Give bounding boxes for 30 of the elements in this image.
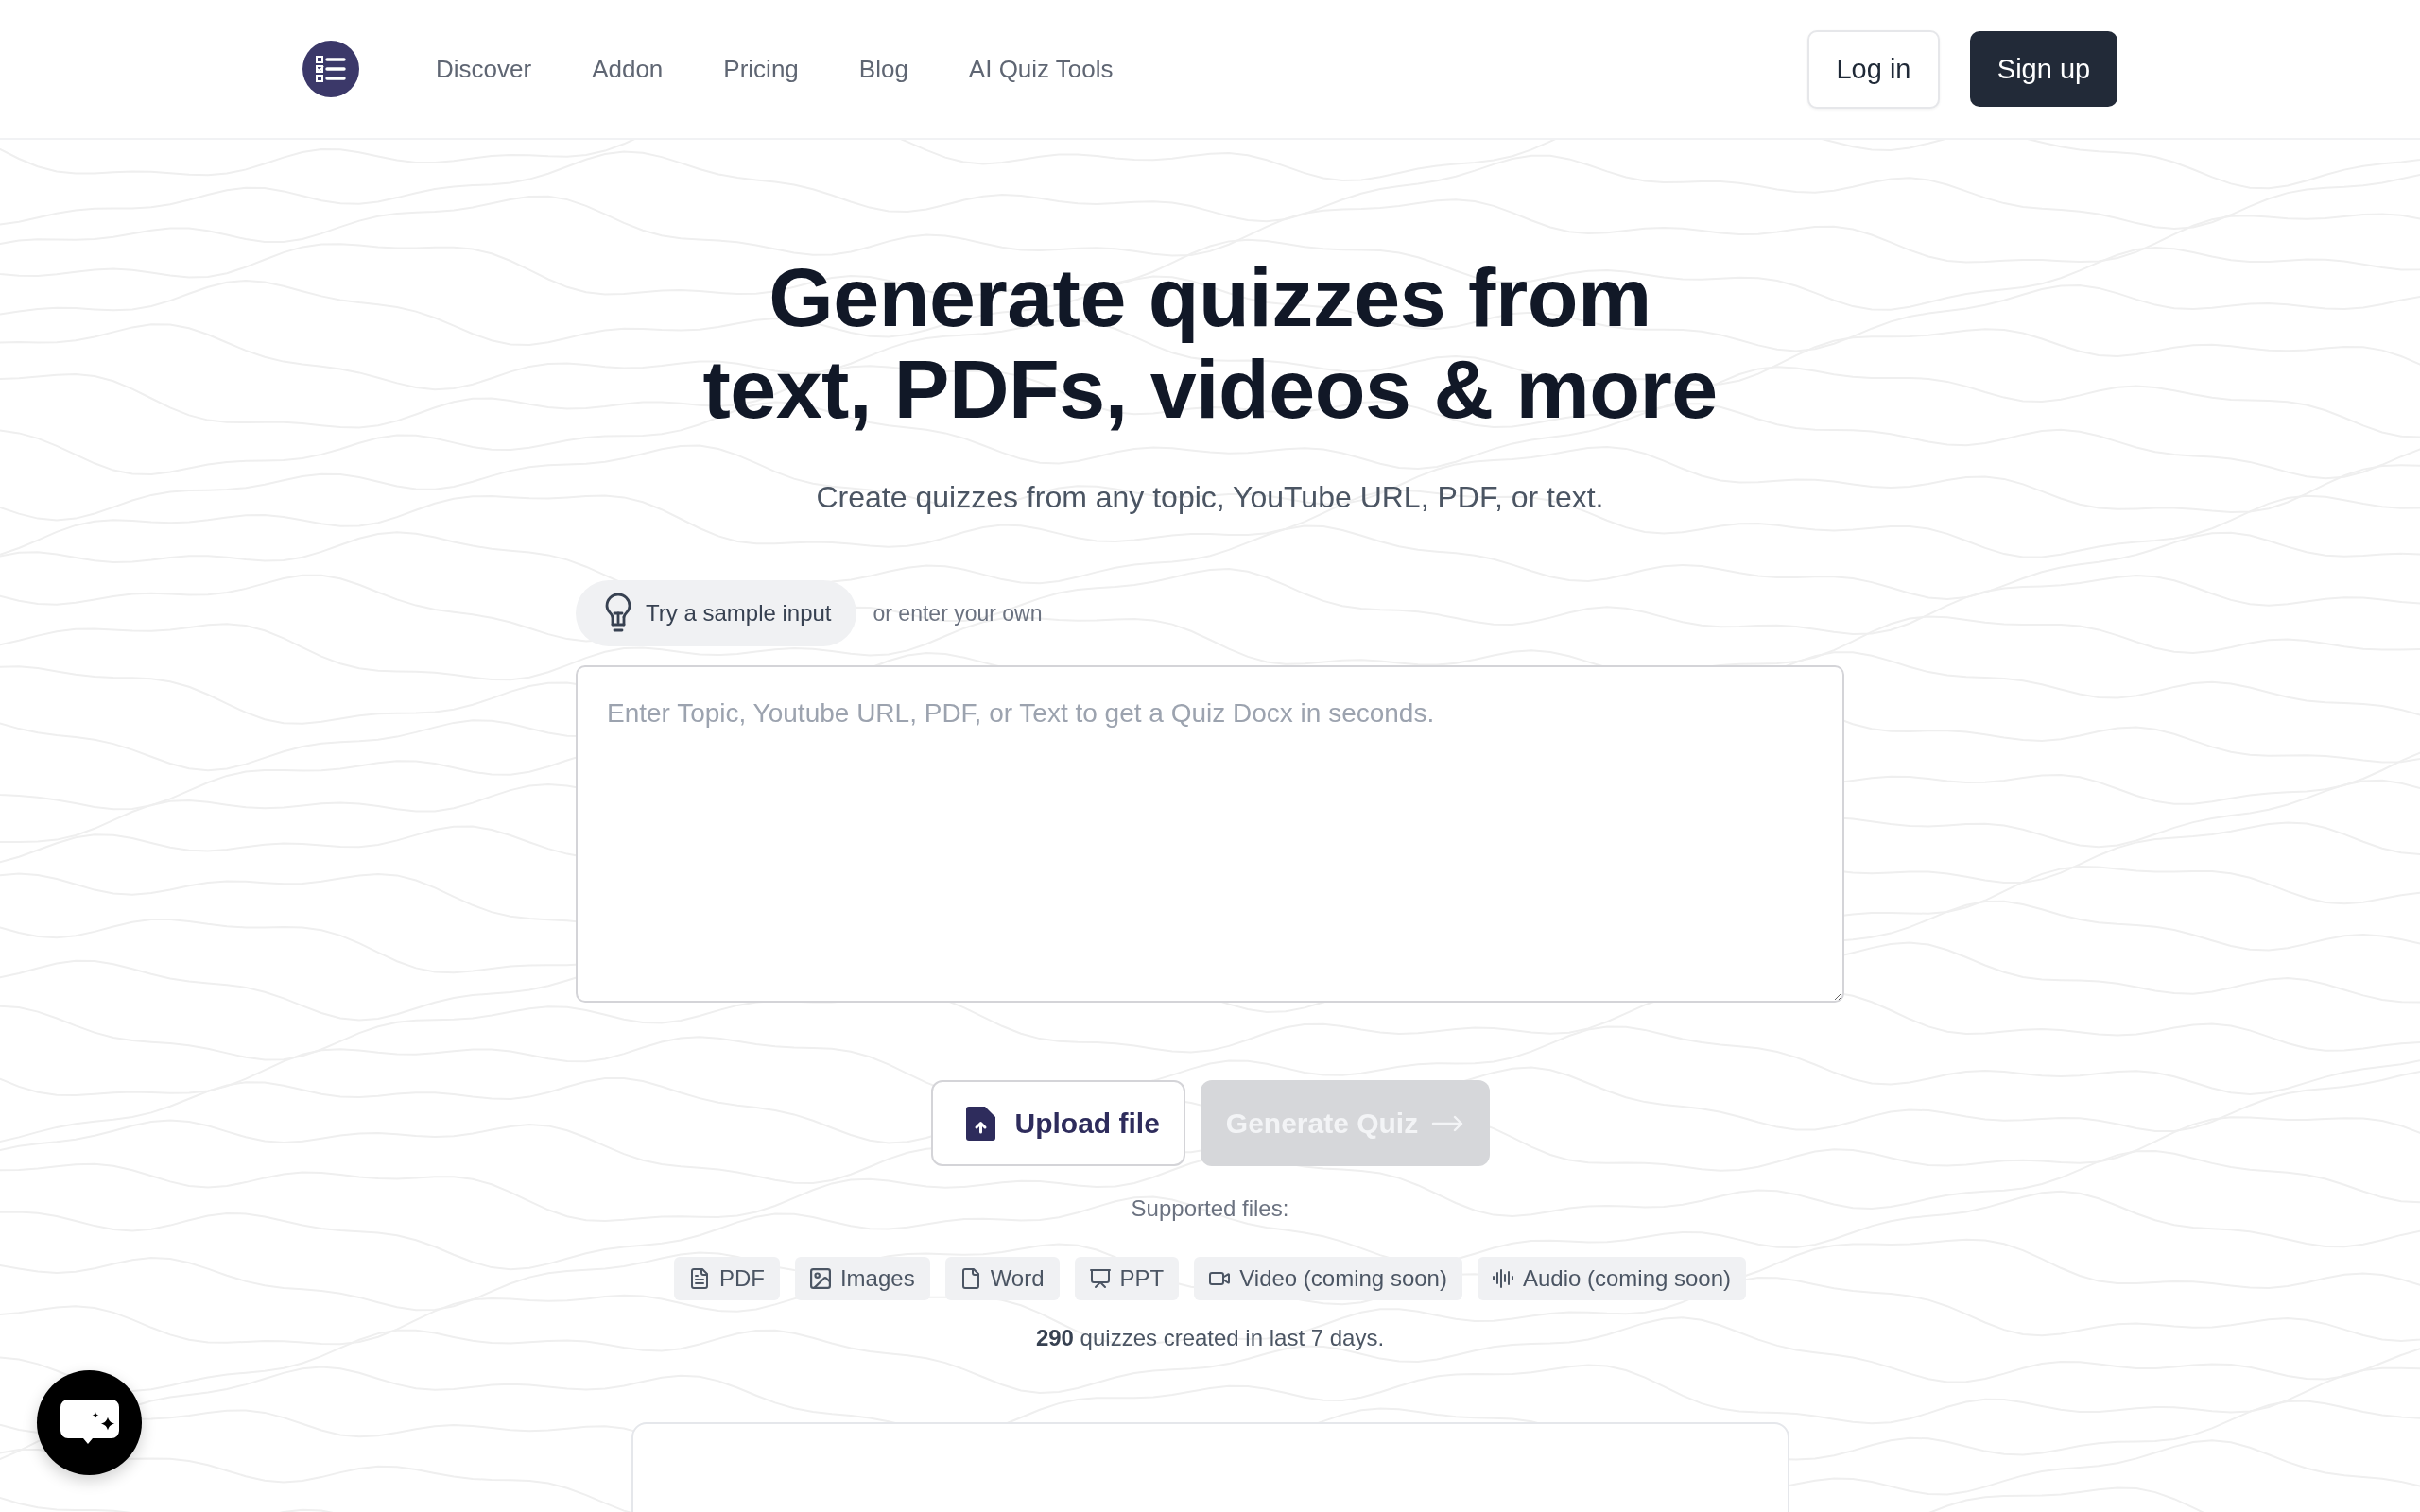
arrow-right-icon: [1431, 1114, 1464, 1132]
hero-subtitle: Create quizzes from any topic, YouTube URL, PDF, or text.: [816, 479, 1604, 516]
file-type-tag: Images: [794, 1257, 930, 1300]
nav-link[interactable]: Addon: [592, 54, 664, 84]
sample-input-button[interactable]: Try a sample input: [576, 580, 856, 646]
sample-hint-text: or enter your own: [873, 600, 1043, 627]
file-type-tag: Video (coming soon): [1194, 1257, 1462, 1300]
document-icon: [688, 1268, 710, 1289]
supported-files-label: Supported files:: [1131, 1194, 1289, 1223]
file-upload-icon: [965, 1106, 995, 1141]
audio-wave-icon: [1492, 1268, 1513, 1289]
hero-heading: Generate quizzes from text, PDFs, videos & more: [702, 251, 1718, 435]
chat-button[interactable]: [37, 1370, 142, 1475]
file-type-tag: PPT: [1074, 1257, 1180, 1300]
file-type-tag: Audio (coming soon): [1477, 1257, 1747, 1300]
nav-link[interactable]: Pricing: [723, 54, 799, 84]
nav-link[interactable]: Blog: [858, 54, 908, 84]
prompt-input[interactable]: Enter Topic, Youtube URL, PDF, or Text to get a Quiz Docx in seconds.: [576, 665, 1844, 1003]
nav-link[interactable]: AI Quiz Tools: [968, 54, 1114, 84]
login-button[interactable]: Log in: [1807, 29, 1940, 109]
checklist-logo-icon[interactable]: [302, 41, 359, 97]
file-type-tag: Word: [944, 1257, 1060, 1300]
file-icon: [959, 1268, 981, 1289]
signup-button[interactable]: Sign up: [1970, 31, 2118, 107]
quiz-count-text: 290 quizzes created in last 7 days.: [1035, 1324, 1385, 1352]
nav-link[interactable]: Discover: [436, 54, 532, 84]
presentation-icon: [1089, 1268, 1111, 1289]
upload-file-button[interactable]: Upload file: [930, 1080, 1185, 1166]
image-icon: [809, 1268, 831, 1289]
file-type-tag: PDF: [673, 1257, 780, 1300]
